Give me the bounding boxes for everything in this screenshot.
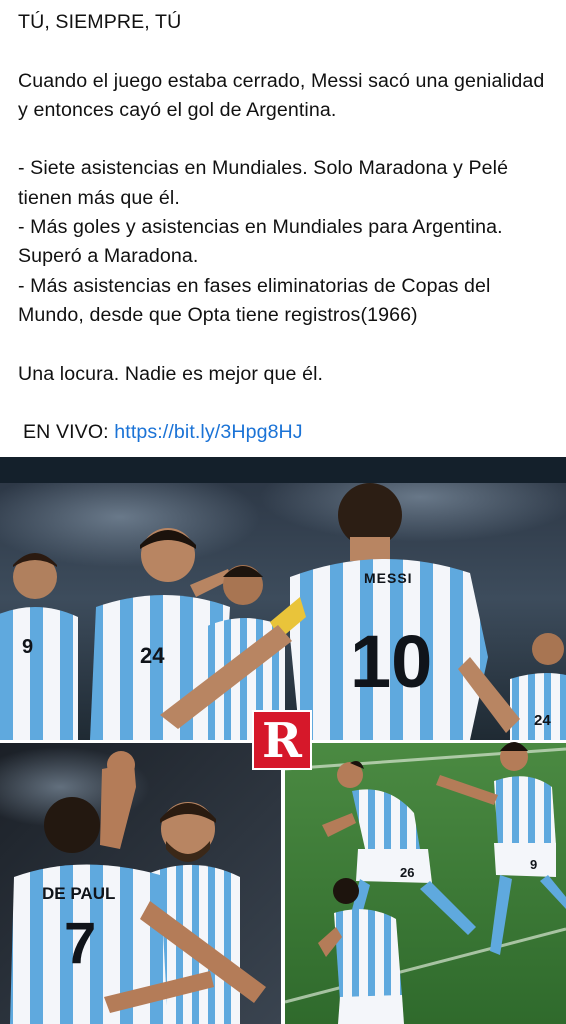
post-closing: Una locura. Nadie es mejor que él. xyxy=(18,362,324,385)
photo-top-celebration: 9 24 24 MESSI 10 xyxy=(0,457,566,740)
live-link[interactable]: https://bit.ly/3Hpg8HJ xyxy=(114,421,302,443)
record-logo: R xyxy=(252,710,312,770)
shirt-number-left: 9 xyxy=(22,636,33,658)
photo-bottom-right-run: 26 9 xyxy=(284,742,566,1024)
photo-collage-svg: 9 24 24 MESSI 10 DE PAUL 7 26 9 R xyxy=(0,457,566,1024)
post-bullet-2: - Más goles y asistencias en Mundiales p… xyxy=(18,216,503,268)
shirt-number-right: 24 xyxy=(534,712,551,729)
photo-collage[interactable]: 9 24 24 MESSI 10 DE PAUL 7 26 9 R xyxy=(0,457,566,1024)
shirt-name-main: MESSI xyxy=(364,570,413,586)
shirt-name-bl: DE PAUL xyxy=(42,884,115,903)
shirt-number-main: 10 xyxy=(350,620,432,703)
post-bullet-1: - Siete asistencias en Mundiales. Solo M… xyxy=(18,157,509,209)
live-label: EN VIVO: xyxy=(23,421,109,444)
post-bullet-3: - Más asistencias en fases eliminatorias… xyxy=(18,274,491,326)
shirt-number-br-a: 26 xyxy=(400,865,414,880)
record-logo-letter: R xyxy=(262,713,303,769)
shirt-number-mid: 24 xyxy=(140,643,165,668)
live-line: EN VIVO: https://bit.ly/3Hpg8HJ xyxy=(23,418,558,447)
photo-bottom-left-hug: DE PAUL 7 xyxy=(0,743,281,1024)
shirt-number-br-b: 9 xyxy=(530,857,537,872)
shirt-number-bl: 7 xyxy=(64,911,96,976)
post-text: TÚ, SIEMPRE, TÚ Cuando el juego estaba c… xyxy=(18,8,558,447)
post-intro: Cuando el juego estaba cerrado, Messi sa… xyxy=(18,69,545,121)
post-headline: TÚ, SIEMPRE, TÚ xyxy=(18,11,182,33)
